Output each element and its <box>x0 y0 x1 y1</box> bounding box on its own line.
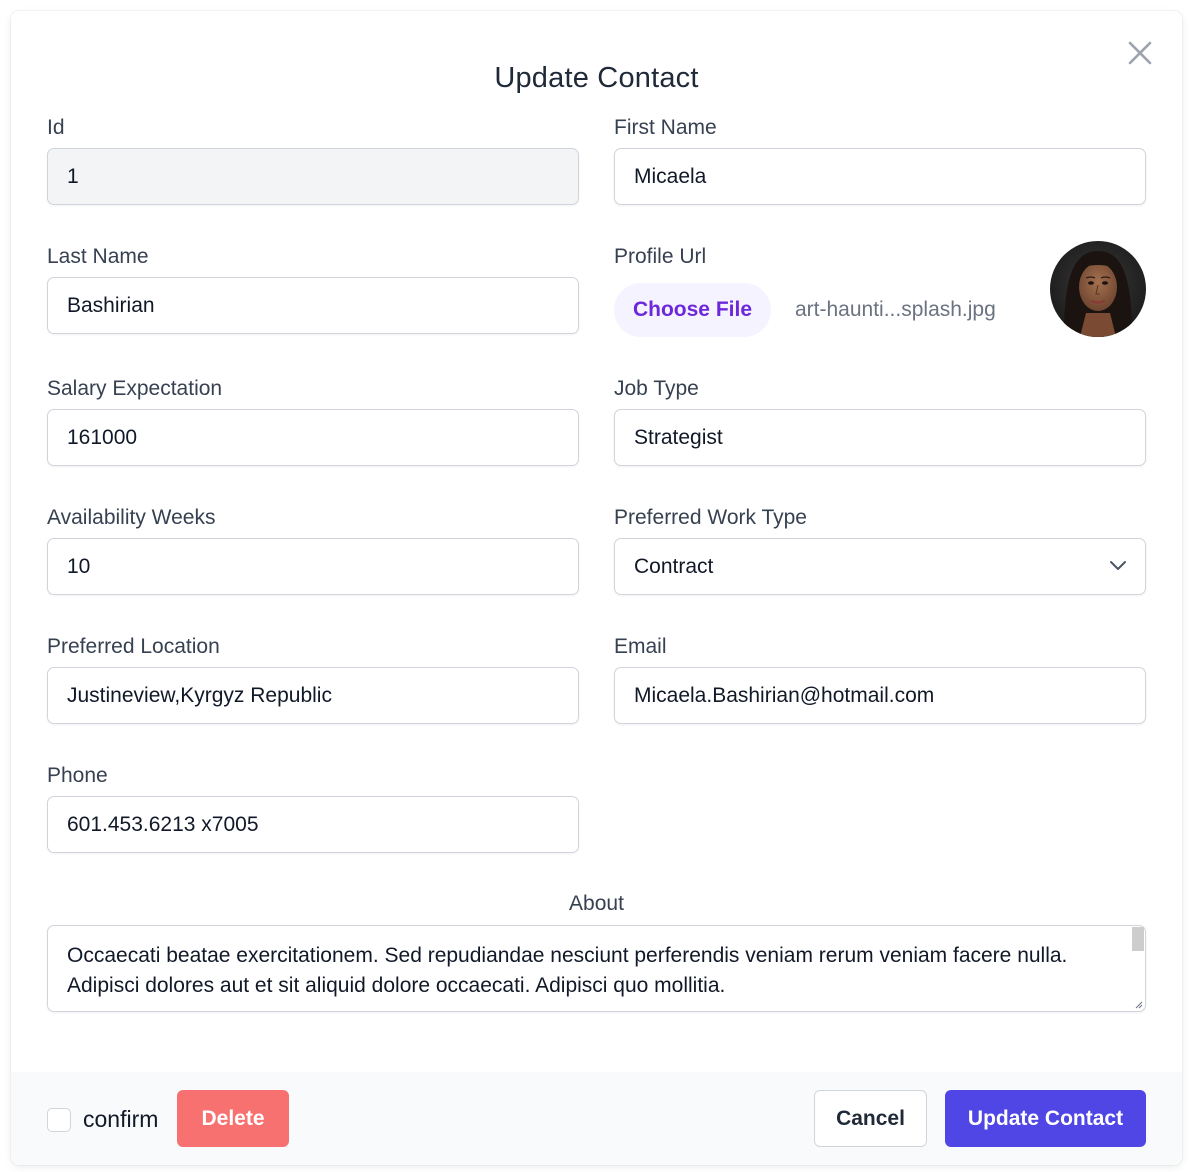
first-name-field-group: First Name Micaela <box>614 114 1146 209</box>
preferred-work-type-label: Preferred Work Type <box>614 506 807 529</box>
last-name-input[interactable]: Bashirian <box>47 277 579 334</box>
availability-weeks-input[interactable]: 10 <box>47 538 579 595</box>
id-input: 1 <box>47 148 579 205</box>
preferred-work-type-select[interactable]: Contract <box>614 538 1146 595</box>
phone-label: Phone <box>47 764 108 787</box>
last-name-field-group: Last Name Bashirian <box>47 243 579 338</box>
dialog-footer: confirm Delete Cancel Update Contact <box>11 1072 1182 1165</box>
id-field-group: Id 1 <box>47 114 579 209</box>
preferred-location-input[interactable]: Justineview,Kyrgyz Republic <box>47 667 579 724</box>
first-name-input[interactable]: Micaela <box>614 148 1146 205</box>
about-label: About <box>569 892 624 915</box>
last-name-label: Last Name <box>47 245 149 268</box>
job-type-field-group: Job Type Strategist <box>614 375 1146 470</box>
cancel-button[interactable]: Cancel <box>814 1090 927 1147</box>
chevron-down-icon <box>1110 561 1126 570</box>
update-contact-button[interactable]: Update Contact <box>945 1090 1146 1147</box>
email-label: Email <box>614 635 667 658</box>
about-text: Occaecati beatae exercitationem. Sed rep… <box>67 944 1068 997</box>
preferred-location-label: Preferred Location <box>47 635 220 658</box>
salary-expectation-field-group: Salary Expectation 161000 <box>47 375 579 470</box>
preferred-work-type-value: Contract <box>634 555 714 578</box>
job-type-label: Job Type <box>614 377 699 400</box>
salary-expectation-input[interactable]: 161000 <box>47 409 579 466</box>
preferred-work-type-field-group: Preferred Work Type Contract <box>614 504 1146 599</box>
textarea-scrollbar[interactable] <box>1132 927 1144 951</box>
phone-input[interactable]: 601.453.6213 x7005 <box>47 796 579 853</box>
close-icon[interactable] <box>1126 39 1154 67</box>
availability-weeks-field-group: Availability Weeks 10 <box>47 504 579 599</box>
id-label: Id <box>47 116 65 139</box>
availability-weeks-label: Availability Weeks <box>47 506 216 529</box>
avatar <box>1050 241 1146 337</box>
email-field-group: Email Micaela.Bashirian@hotmail.com <box>614 633 1146 728</box>
update-contact-dialog: Update Contact Id 1 First Name Micaela L… <box>11 11 1182 1165</box>
delete-button[interactable]: Delete <box>177 1090 289 1147</box>
salary-expectation-label: Salary Expectation <box>47 377 223 400</box>
first-name-label: First Name <box>614 116 717 139</box>
phone-field-group: Phone 601.453.6213 x7005 <box>47 762 579 857</box>
confirm-label: confirm <box>83 1106 159 1132</box>
confirm-checkbox[interactable] <box>47 1108 71 1132</box>
about-textarea[interactable]: Occaecati beatae exercitationem. Sed rep… <box>47 925 1146 1012</box>
choose-file-button[interactable]: Choose File <box>614 283 771 337</box>
preferred-location-field-group: Preferred Location Justineview,Kyrgyz Re… <box>47 633 579 728</box>
selected-file-name: art-haunti...splash.jpg <box>795 298 996 321</box>
email-input[interactable]: Micaela.Bashirian@hotmail.com <box>614 667 1146 724</box>
resize-grip-icon[interactable] <box>1133 999 1143 1009</box>
dialog-title: Update Contact <box>494 62 699 94</box>
job-type-input[interactable]: Strategist <box>614 409 1146 466</box>
